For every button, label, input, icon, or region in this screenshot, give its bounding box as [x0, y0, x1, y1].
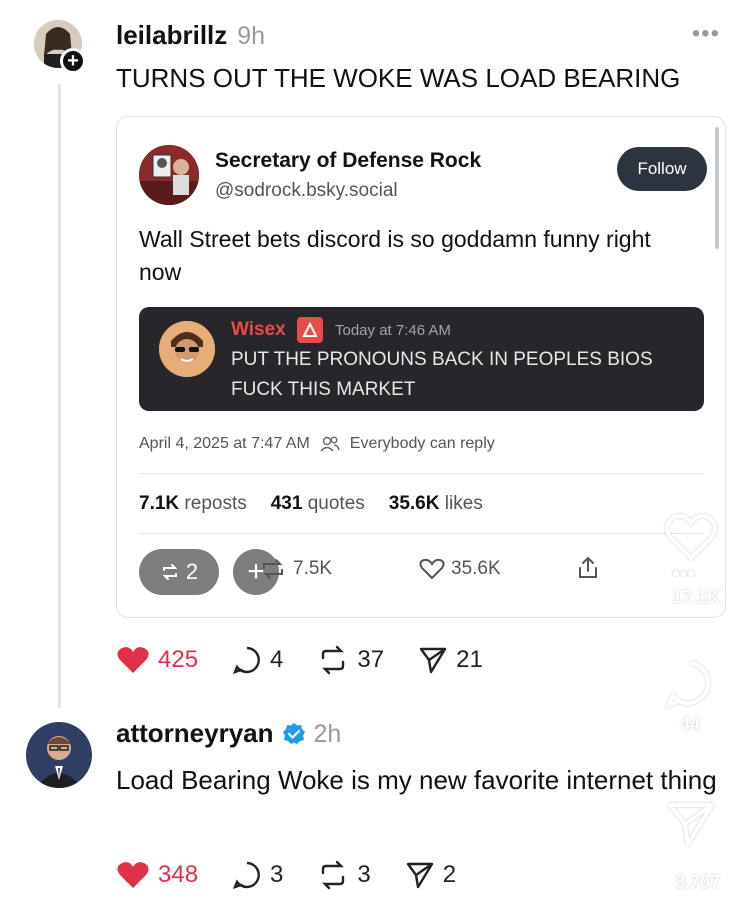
- embed-repost-button[interactable]: 7.5K: [259, 557, 332, 581]
- verified-badge-icon: [282, 722, 306, 746]
- post-text: TURNS OUT THE WOKE WAS LOAD BEARING: [116, 63, 681, 93]
- overlay-like-count-wrap: 17.1K: [672, 583, 720, 608]
- comment-button[interactable]: 3: [232, 860, 283, 890]
- comment-button[interactable]: 4: [232, 645, 283, 675]
- send-icon: [405, 860, 435, 890]
- timestamp: 9h: [237, 22, 266, 50]
- overlay-like-button[interactable]: [664, 512, 718, 562]
- post1-header: leilabrillz 9h: [116, 20, 265, 51]
- scrollbar[interactable]: [715, 127, 719, 249]
- repost-icon: [317, 860, 349, 890]
- discord-timestamp: Today at 7:46 AM: [335, 322, 451, 339]
- thread-line: [58, 84, 61, 708]
- repost-count: 37: [357, 646, 385, 673]
- send-icon: [418, 645, 448, 675]
- overlay-share-count: 3,707: [674, 872, 720, 892]
- repost-icon: [317, 645, 349, 675]
- post-meta: April 4, 2025 at 7:47 AM Everybody can r…: [139, 435, 495, 453]
- send-icon: [666, 800, 716, 848]
- post2-avatar-wrap[interactable]: [26, 722, 92, 788]
- share-button[interactable]: 2: [405, 860, 456, 890]
- more-options-icon[interactable]: •••: [692, 20, 720, 48]
- pill-count: 2: [185, 559, 199, 584]
- post2-header: attorneyryan 2h: [116, 718, 341, 749]
- repost-count: 7.5K: [293, 558, 333, 579]
- comment-count: 3: [270, 861, 284, 888]
- share-count: 21: [456, 646, 483, 673]
- avatar: [159, 321, 215, 377]
- like-count: 35.6K: [451, 558, 501, 579]
- repost-icon: [160, 562, 180, 582]
- author-handle[interactable]: @sodrock.bsky.social: [215, 180, 398, 202]
- share-count: 2: [442, 861, 457, 888]
- comment-icon: [232, 645, 262, 675]
- heart-filled-icon: [116, 645, 150, 675]
- overlay-comment-count: 44: [679, 714, 701, 734]
- post-date: April 4, 2025 at 7:47 AM: [139, 435, 310, 452]
- repost-count: 3: [357, 861, 371, 888]
- embedded-post-card[interactable]: Secretary of Defense Rock @sodrock.bsky.…: [116, 116, 726, 618]
- overlay-share-button[interactable]: [666, 800, 716, 848]
- post1-avatar-wrap[interactable]: +: [34, 20, 86, 74]
- share-upload-button[interactable]: [576, 555, 600, 581]
- overlay-like-count: 17.1K: [671, 587, 720, 607]
- role-badge-icon: [297, 317, 323, 343]
- heart-filled-icon: [116, 860, 150, 890]
- follow-plus-icon[interactable]: +: [60, 48, 86, 74]
- embed-like-button[interactable]: 35.6K: [419, 557, 501, 581]
- username[interactable]: attorneyryan: [116, 718, 274, 749]
- reply-count-pill[interactable]: 2: [139, 549, 219, 595]
- quotes-stat[interactable]: 431 quotes: [271, 493, 365, 515]
- comment-icon: [232, 860, 262, 890]
- embed-action-bar: 2 + 7.5K 35.6K: [139, 549, 704, 597]
- share-button[interactable]: 21: [418, 645, 483, 675]
- discord-message-image: Wisex Today at 7:46 AM PUT THE PRONOUNS …: [139, 307, 704, 411]
- repost-icon: [259, 557, 287, 581]
- people-icon: [320, 435, 340, 453]
- heart-outline-icon: [664, 512, 718, 562]
- share-upload-icon: [576, 555, 600, 581]
- like-button[interactable]: 348: [116, 860, 198, 890]
- engagement-stats: 7.1K reposts 431 quotes 35.6K likes: [139, 493, 483, 515]
- post2-action-bar: 348 3 3 2: [116, 860, 490, 890]
- repost-button[interactable]: 3: [317, 860, 371, 890]
- timestamp: 2h: [313, 720, 342, 748]
- author-name[interactable]: Secretary of Defense Rock: [215, 149, 481, 173]
- discord-username: Wisex: [231, 319, 286, 340]
- likes-stat[interactable]: 35.6K likes: [389, 493, 483, 515]
- comment-icon: [664, 658, 716, 710]
- avatar: [26, 722, 92, 788]
- post1-action-bar: 425 4 37 21: [116, 645, 517, 675]
- divider: [139, 473, 704, 474]
- reply-setting: Everybody can reply: [349, 435, 495, 452]
- overlay-comment-button[interactable]: 44: [664, 658, 716, 735]
- discord-message: PUT THE PRONOUNS BACK IN PEOPLES BIOS FU…: [231, 349, 653, 400]
- overlay-share-count-wrap: 3,707: [675, 868, 720, 893]
- username[interactable]: leilabrillz: [116, 20, 227, 51]
- avatar: [139, 145, 199, 205]
- repost-button[interactable]: 37: [317, 645, 384, 675]
- divider: [139, 533, 704, 534]
- reposts-stat[interactable]: 7.1K reposts: [139, 493, 247, 515]
- card-text: Wall Street bets discord is so goddamn f…: [139, 226, 651, 285]
- like-count: 425: [158, 646, 199, 673]
- like-button[interactable]: 425: [116, 645, 198, 675]
- comment-count: 4: [270, 646, 284, 673]
- like-count: 348: [158, 861, 199, 888]
- post-text: Load Bearing Woke is my new favorite int…: [116, 765, 717, 795]
- heart-icon: [419, 557, 445, 581]
- follow-button[interactable]: Follow: [617, 147, 707, 191]
